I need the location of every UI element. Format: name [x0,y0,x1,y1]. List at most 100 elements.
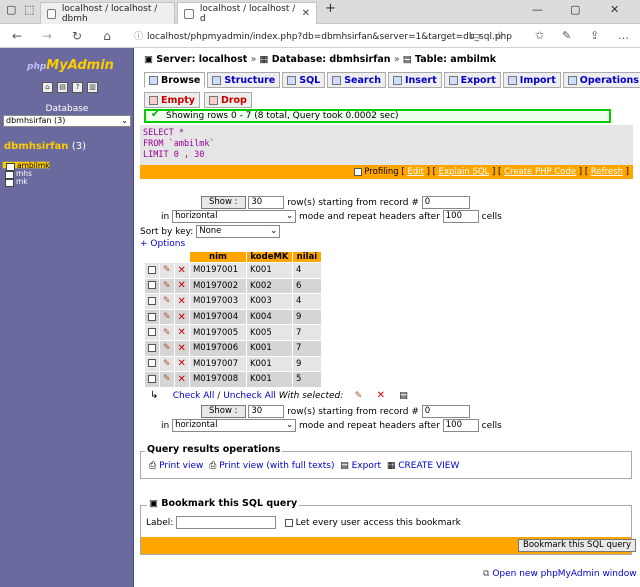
tab-operations[interactable]: Operations [562,72,640,88]
refresh-icon[interactable]: ↻ [66,29,88,43]
share-bookmark-checkbox[interactable] [284,518,293,527]
edit-row-icon[interactable]: ✎ [163,265,171,275]
breadcrumb-table[interactable]: Table: ambilmk [415,54,496,65]
tab-empty[interactable]: Empty [144,92,200,108]
start-record-input[interactable]: 0 [421,196,470,209]
favorite-star-icon[interactable]: ☆ [494,29,504,42]
tab-sql[interactable]: SQL [282,72,326,88]
edit-row-icon[interactable]: ✎ [163,296,171,306]
show-button[interactable]: Show : [201,196,246,209]
browser-tab-2[interactable]: localhost / localhost / d ✕ [177,2,317,24]
tab-structure[interactable]: Structure [207,72,281,88]
options-toggle[interactable]: + Options [140,239,185,249]
tab-actions-icon[interactable]: ▢ [6,3,16,16]
edit-row-icon[interactable]: ✎ [163,343,171,353]
edit-link[interactable]: Edit [407,167,423,177]
export-link[interactable]: Export [352,461,381,471]
delete-row-icon[interactable]: ✕ [178,327,186,338]
row-checkbox[interactable] [148,359,156,368]
delete-row-icon[interactable]: ✕ [178,280,186,291]
repeat-headers-input[interactable]: 100 [442,210,479,223]
create-php-link[interactable]: Create PHP Code [504,167,576,177]
open-new-window-link[interactable]: Open new phpMyAdmin window [492,569,636,579]
pen-icon[interactable]: ✎ [562,29,571,42]
new-tab-icon[interactable]: + [325,1,336,16]
create-view-link[interactable]: CREATE VIEW [398,461,459,471]
minimize-icon[interactable]: — [532,3,543,16]
export-selected-icon[interactable]: ▤ [399,391,408,401]
forward-icon[interactable]: → [36,29,58,43]
start-record-input[interactable]: 0 [421,405,470,418]
back-tabs-icon[interactable]: ⬚ [24,3,34,16]
column-header-nim[interactable]: nim [189,252,246,262]
row-checkbox[interactable] [148,312,156,321]
repeat-headers-input[interactable]: 100 [442,419,479,432]
mode-select[interactable]: horizontal ⌄ [172,419,297,432]
phpmyadmin-logo[interactable]: phpMyAdmin [27,58,114,73]
edit-row-icon[interactable]: ✎ [163,281,171,291]
home-icon[interactable]: ⌂ [42,82,53,93]
sidebar-table-ambilmk[interactable]: ambilmk [2,160,51,171]
delete-row-icon[interactable]: ✕ [178,265,186,276]
uncheck-all-link[interactable]: Uncheck All [223,391,276,401]
edit-row-icon[interactable]: ✎ [163,312,171,322]
edit-selected-icon[interactable]: ✎ [355,391,363,401]
mode-select[interactable]: horizontal ⌄ [172,210,297,223]
rows-input[interactable]: 30 [248,196,285,209]
maximize-icon[interactable]: ▢ [570,3,580,16]
row-checkbox[interactable] [148,265,156,274]
row-checkbox[interactable] [148,328,156,337]
bookmark-button[interactable]: Bookmark this SQL query [518,539,637,552]
docs-icon[interactable]: ? [72,82,83,93]
docs-icon[interactable]: ▥ [87,82,98,93]
print-view-full-link[interactable]: Print view (with full texts) [219,461,334,471]
tab-export[interactable]: Export [443,72,501,88]
sql-query-icon[interactable]: ▤ [57,82,68,93]
close-window-icon[interactable]: ✕ [610,3,619,16]
breadcrumb-database[interactable]: Database: dbmhsirfan [272,54,391,65]
sort-key-select[interactable]: None ⌄ [196,225,281,238]
url-field[interactable]: ⓘ localhost/phpmyadmin/index.php?db=dbmhs… [134,29,512,42]
more-icon[interactable]: … [618,29,629,42]
edit-row-icon[interactable]: ✎ [163,328,171,338]
share-icon[interactable]: ⇪ [590,29,599,42]
tab-insert[interactable]: Insert [388,72,442,88]
column-header-nilai[interactable]: nilai [292,252,321,262]
profiling-checkbox[interactable] [353,167,362,176]
explain-sql-link[interactable]: Explain SQL [439,167,490,177]
browser-tab-1[interactable]: localhost / localhost / dbmh [40,2,175,24]
tab-browse[interactable]: Browse [144,72,206,88]
print-view-link[interactable]: Print view [159,461,203,471]
sidebar-table-mk[interactable]: mk [2,178,132,187]
reader-icon[interactable]: ▭ [470,29,480,42]
database-select[interactable]: dbmhsirfan (3) ⌄ [3,115,131,127]
row-checkbox[interactable] [148,296,156,305]
check-all-link[interactable]: Check All [173,391,215,401]
delete-row-icon[interactable]: ✕ [178,312,186,323]
back-icon[interactable]: ← [6,29,28,43]
edit-cell: ✎ [160,309,174,325]
home-icon[interactable]: ⌂ [96,29,118,43]
delete-row-icon[interactable]: ✕ [178,374,186,385]
row-checkbox[interactable] [148,374,156,383]
row-checkbox[interactable] [148,343,156,352]
close-tab-icon[interactable]: ✕ [302,8,310,19]
db-name[interactable]: dbmhsirfan (3) [4,141,86,152]
edit-row-icon[interactable]: ✎ [163,359,171,369]
rows-input[interactable]: 30 [248,405,285,418]
bookmark-label-input[interactable] [176,516,277,529]
delete-row-icon[interactable]: ✕ [178,296,186,307]
delete-row-icon[interactable]: ✕ [178,343,186,354]
delete-selected-icon[interactable]: ✕ [377,390,385,401]
delete-row-icon[interactable]: ✕ [178,358,186,369]
breadcrumb-server[interactable]: Server: localhost [156,54,247,65]
show-button[interactable]: Show : [201,405,246,418]
favorites-icon[interactable]: ✩ [535,29,544,42]
tab-import[interactable]: Import [502,72,561,88]
tab-search[interactable]: Search [327,72,386,88]
edit-row-icon[interactable]: ✎ [163,374,171,384]
column-header-kodemk[interactable]: kodeMK [246,252,292,262]
tab-drop[interactable]: Drop [203,92,252,108]
row-checkbox[interactable] [148,281,156,290]
refresh-link[interactable]: Refresh [591,167,623,177]
